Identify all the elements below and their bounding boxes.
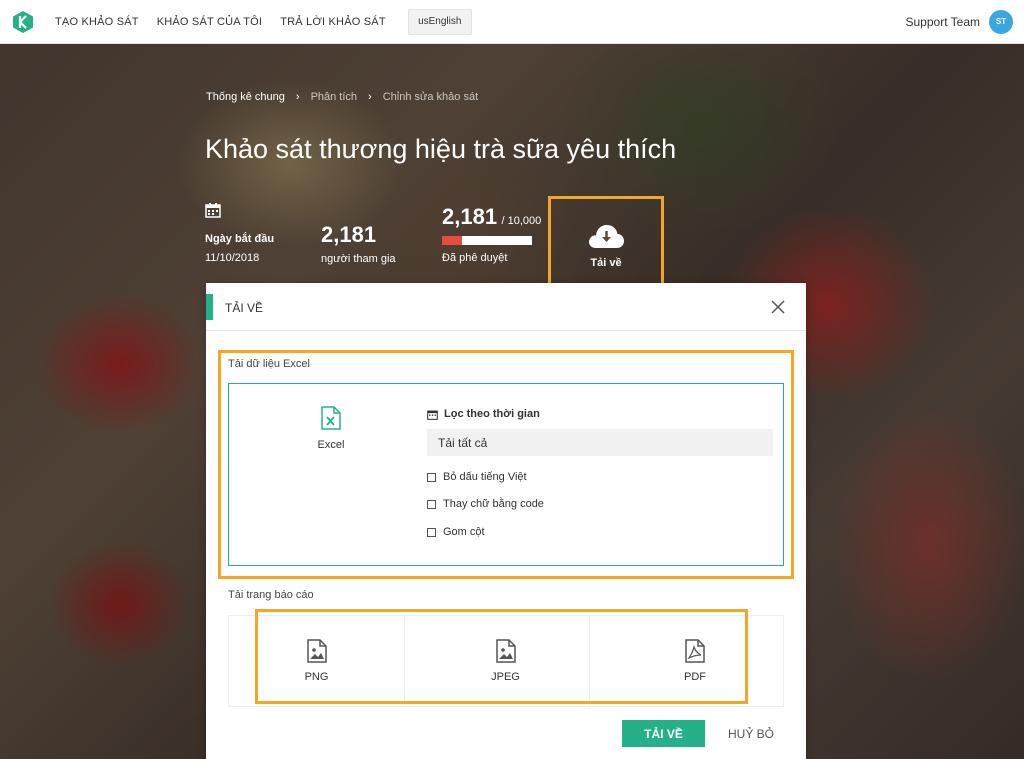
stat-participants-value: 2,181 bbox=[321, 222, 377, 247]
cancel-button[interactable]: HUỶ BỎ bbox=[721, 720, 781, 747]
calendar-icon bbox=[205, 203, 221, 218]
nav-my-surveys[interactable]: KHẢO SÁT CỦA TÔI bbox=[157, 16, 263, 28]
report-section-highlight bbox=[255, 609, 748, 704]
time-filter-select[interactable]: Tải tất cả bbox=[427, 429, 773, 456]
avatar[interactable]: ST bbox=[989, 9, 1013, 34]
breadcrumb-item-edit-survey[interactable]: Chỉnh sửa khảo sát bbox=[383, 91, 478, 103]
cloud-download-icon bbox=[589, 224, 624, 248]
breadcrumb-item-analysis[interactable]: Phân tích bbox=[311, 91, 357, 103]
approval-progress-fill bbox=[442, 236, 462, 245]
download-stat-label: Tải về bbox=[590, 256, 622, 269]
excel-label: Excel bbox=[317, 439, 345, 451]
option-label: Gom cột bbox=[443, 526, 485, 538]
excel-option[interactable]: Excel bbox=[311, 406, 351, 451]
nav-create-survey[interactable]: TẠO KHẢO SÁT bbox=[55, 16, 139, 28]
stat-approved-label: Đã phê duyệt bbox=[442, 252, 508, 264]
option-label: Thay chữ bằng code bbox=[443, 498, 544, 510]
nav-answer-survey[interactable]: TRẢ LỜI KHẢO SÁT bbox=[280, 16, 386, 28]
excel-file-icon bbox=[321, 406, 341, 430]
option-merge-columns[interactable]: Gom cột bbox=[427, 526, 485, 538]
top-navbar: TẠO KHẢO SÁT KHẢO SÁT CỦA TÔI TRẢ LỜI KH… bbox=[0, 0, 1024, 44]
download-stat-button[interactable]: Tải về bbox=[548, 196, 664, 294]
k-logo-icon[interactable] bbox=[13, 10, 33, 33]
stat-approved-total: / 10,000 bbox=[501, 215, 542, 227]
user-name[interactable]: Support Team bbox=[906, 15, 981, 29]
option-remove-accents[interactable]: Bỏ dấu tiếng Việt bbox=[427, 471, 527, 483]
modal-title: TẢI VỀ bbox=[225, 301, 264, 315]
modal-header: TẢI VỀ bbox=[206, 283, 806, 331]
stat-start-date: Ngày bắt đầu 11/10/2018 bbox=[205, 202, 274, 264]
close-icon[interactable] bbox=[770, 299, 786, 315]
stat-start-label: Ngày bắt đầu bbox=[205, 233, 275, 245]
page-title: Khảo sát thương hiệu trà sữa yêu thích bbox=[205, 134, 677, 164]
checkbox[interactable] bbox=[427, 472, 436, 482]
excel-options-box: Excel Lọc theo thời gian Tải tất cả Bỏ d… bbox=[228, 383, 784, 566]
stat-participants: 2,181 người tham gia bbox=[321, 222, 396, 265]
chevron-right-icon: › bbox=[368, 91, 372, 103]
approval-progress-bar bbox=[442, 236, 532, 245]
breadcrumb: Thống kê chung › Phân tích › Chỉnh sửa k… bbox=[206, 91, 478, 103]
option-label: Bỏ dấu tiếng Việt bbox=[443, 471, 527, 483]
report-section-label: Tải trang báo cáo bbox=[228, 589, 314, 601]
checkbox[interactable] bbox=[427, 499, 436, 509]
language-button[interactable]: usEnglish bbox=[407, 8, 472, 35]
checkbox[interactable] bbox=[427, 527, 436, 537]
stat-approved: 2,181 / 10,000 Đã phê duyệt bbox=[442, 204, 541, 264]
modal-accent-bar bbox=[206, 294, 213, 320]
stat-approved-value: 2,181 bbox=[442, 204, 498, 229]
breadcrumb-item-overview[interactable]: Thống kê chung bbox=[206, 91, 285, 103]
chevron-right-icon: › bbox=[295, 91, 300, 103]
stat-participants-label: người tham gia bbox=[321, 253, 396, 265]
filter-title: Lọc theo thời gian bbox=[427, 408, 540, 420]
stat-start-value: 11/10/2018 bbox=[205, 252, 260, 264]
option-replace-with-code[interactable]: Thay chữ bằng code bbox=[427, 498, 544, 510]
calendar-icon bbox=[427, 410, 438, 420]
download-button[interactable]: TẢI VỀ bbox=[622, 720, 705, 747]
download-modal: TẢI VỀ Tải dữ liệu Excel Excel Lọc theo … bbox=[206, 283, 806, 759]
filter-title-label: Lọc theo thời gian bbox=[444, 408, 540, 420]
excel-section-label: Tải dữ liệu Excel bbox=[228, 358, 310, 370]
